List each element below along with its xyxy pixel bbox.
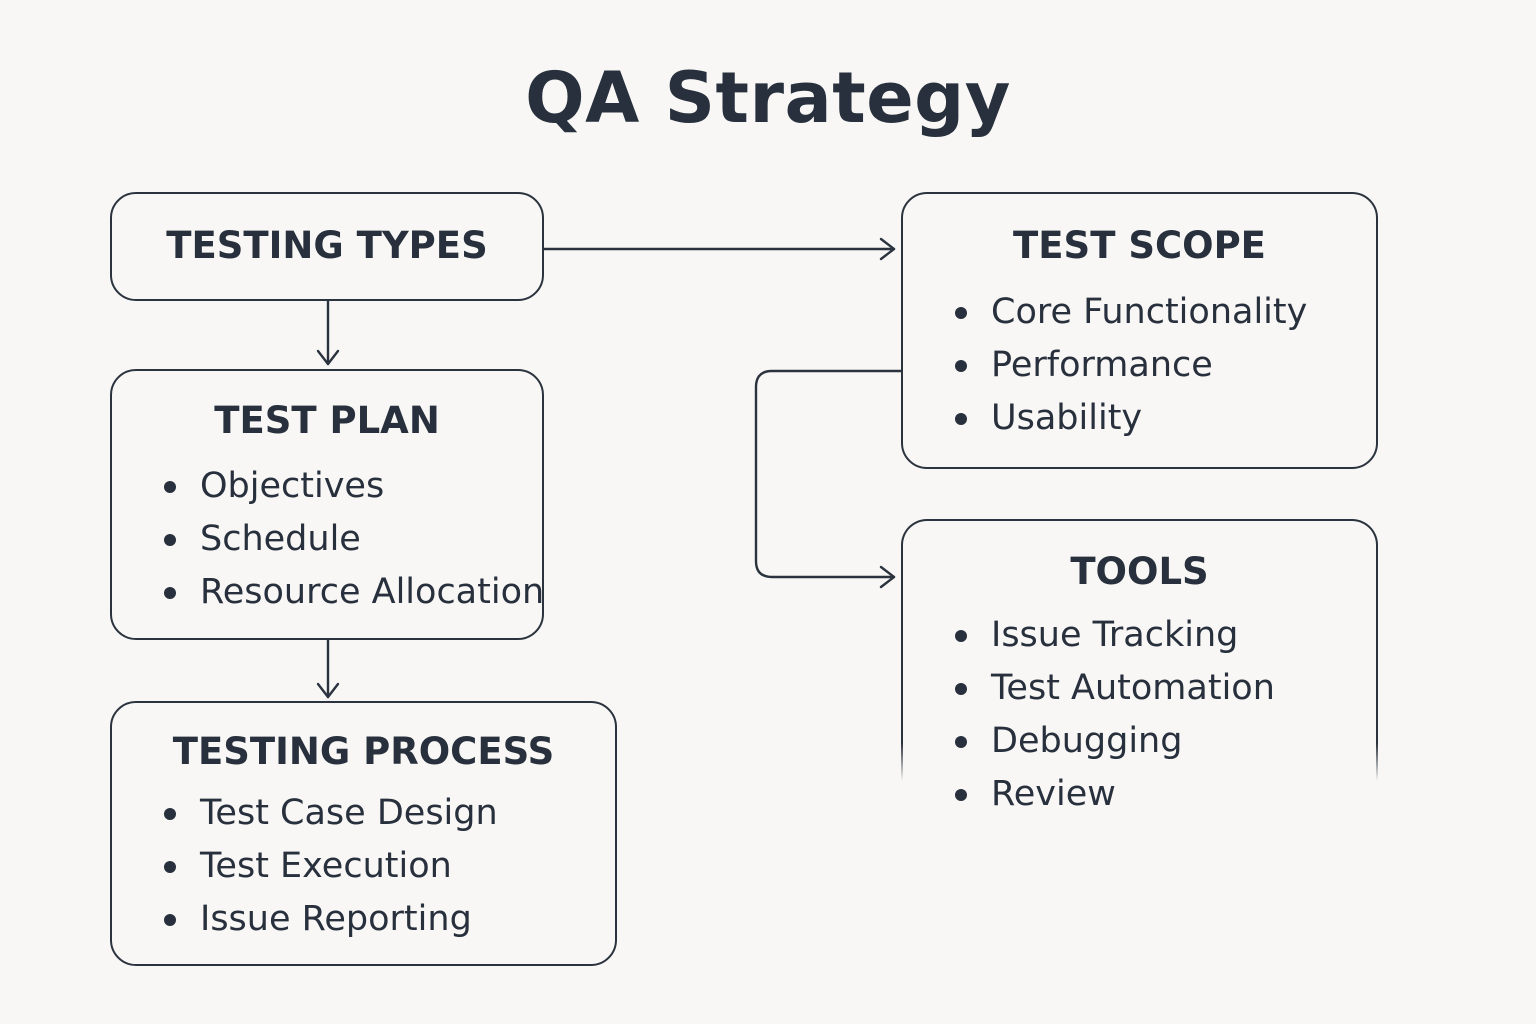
box-title-testing-process: TESTING PROCESS xyxy=(172,730,555,773)
bullet-dot xyxy=(955,307,967,319)
bullet-dot xyxy=(955,360,967,372)
box-title-tools: TOOLS xyxy=(1070,550,1209,593)
bullet-dot xyxy=(164,861,176,873)
box-title-test-plan: TEST PLAN xyxy=(214,399,440,442)
list-item: Issue Reporting xyxy=(164,893,498,946)
bullet-dot xyxy=(164,808,176,820)
list-item: Test Execution xyxy=(164,840,498,893)
arrow-test-scope-to-tools xyxy=(754,369,904,589)
test-plan-list: Objectives Schedule Resource Allocation xyxy=(164,460,544,619)
list-item: Test Case Design xyxy=(164,787,498,840)
list-item: Performance xyxy=(955,339,1307,392)
tools-list: Issue Tracking Test Automation Debugging… xyxy=(955,609,1275,821)
bullet-dot xyxy=(955,630,967,642)
box-testing-types: TESTING TYPES xyxy=(110,192,544,301)
list-item: Issue Tracking xyxy=(955,609,1275,662)
bullet-dot xyxy=(955,789,967,801)
bullet-dot xyxy=(164,481,176,493)
box-test-scope: TEST SCOPE Core Functionality Performanc… xyxy=(901,192,1378,469)
arrow-testing-types-to-test-scope xyxy=(541,237,896,261)
bullet-dot xyxy=(164,534,176,546)
arrow-testing-types-to-test-plan xyxy=(316,298,340,366)
list-item: Core Functionality xyxy=(955,286,1307,339)
bullet-dot xyxy=(164,914,176,926)
box-title-test-scope: TEST SCOPE xyxy=(1013,224,1266,267)
list-item: Objectives xyxy=(164,460,544,513)
list-item: Debugging xyxy=(955,715,1275,768)
list-item: Schedule xyxy=(164,513,544,566)
box-testing-process: TESTING PROCESS Test Case Design Test Ex… xyxy=(110,701,617,966)
box-title-testing-types: TESTING TYPES xyxy=(166,224,488,267)
bullet-dot xyxy=(955,683,967,695)
box-test-plan: TEST PLAN Objectives Schedule Resource A… xyxy=(110,369,544,640)
list-item: Usability xyxy=(955,392,1307,445)
test-scope-list: Core Functionality Performance Usability xyxy=(955,286,1307,445)
list-item: Resource Allocation xyxy=(164,566,544,619)
bullet-dot xyxy=(955,413,967,425)
testing-process-list: Test Case Design Test Execution Issue Re… xyxy=(164,787,498,946)
list-item: Review xyxy=(955,768,1275,821)
bullet-dot xyxy=(955,736,967,748)
bullet-dot xyxy=(164,587,176,599)
arrow-test-plan-to-testing-process xyxy=(316,637,340,699)
list-item: Test Automation xyxy=(955,662,1275,715)
